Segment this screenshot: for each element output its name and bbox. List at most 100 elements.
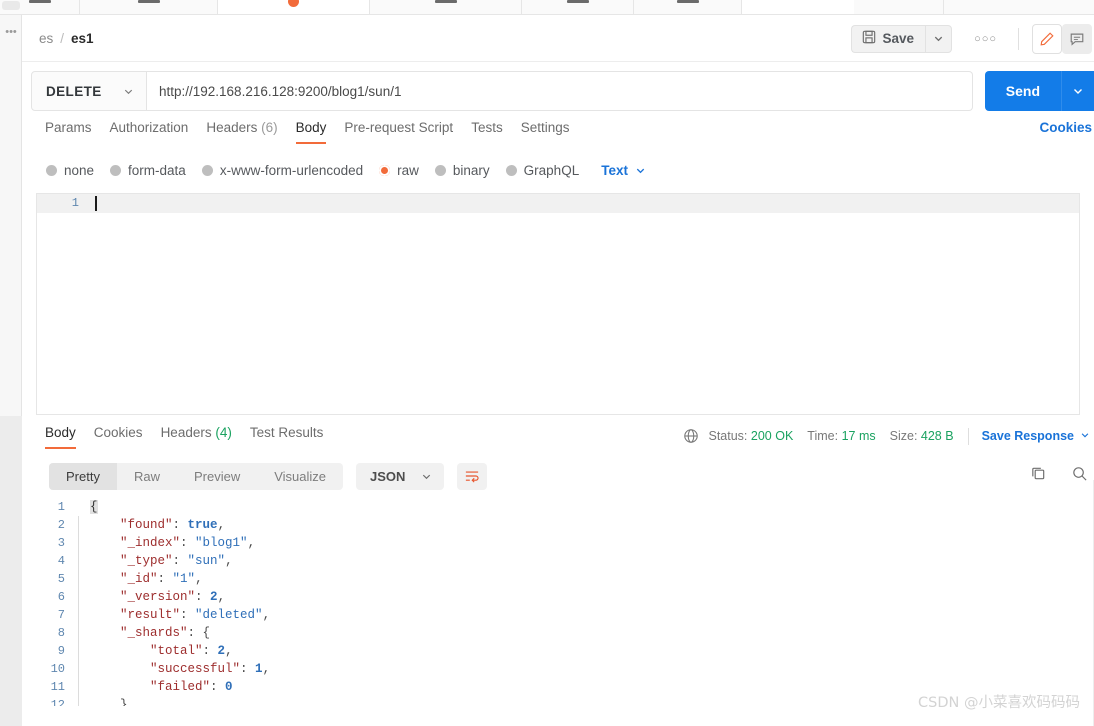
- copy-icon: [1032, 467, 1045, 480]
- comments-button[interactable]: [1062, 23, 1092, 54]
- request-tab-body[interactable]: Body: [287, 120, 336, 144]
- response-tab-body[interactable]: Body: [36, 425, 85, 449]
- json-line-content: "total": 2,: [79, 644, 233, 658]
- raw-format-select[interactable]: Text: [601, 163, 646, 178]
- chevron-down-icon: [1081, 433, 1089, 438]
- json-line-number: 1: [57, 500, 65, 514]
- view-mode-preview[interactable]: Preview: [177, 463, 257, 490]
- http-method-select[interactable]: DELETE: [31, 71, 147, 111]
- request-tab-params[interactable]: Params: [36, 120, 101, 144]
- watermark: CSDN @小菜喜欢码码码: [918, 695, 1080, 711]
- response-tabs[interactable]: Body Cookies Headers (4) Test Results: [36, 425, 332, 449]
- body-type-none[interactable]: none: [46, 163, 94, 178]
- tab-label: Headers: [160, 425, 212, 440]
- workspace-tab[interactable]: [218, 0, 370, 14]
- breadcrumb-root[interactable]: es: [39, 31, 53, 46]
- radio-icon[interactable]: [434, 164, 446, 176]
- response-format-label: JSON: [370, 468, 406, 484]
- json-line: 3 "_index": "blog1",: [36, 534, 1094, 552]
- request-tab-settings[interactable]: Settings: [512, 120, 579, 144]
- breadcrumb-current[interactable]: es1: [71, 31, 94, 46]
- response-body-viewer[interactable]: 1{2 "found": true, 3 "_index": "blog1", 4 …: [36, 498, 1094, 706]
- tab-label-stub: [28, 0, 51, 3]
- sidebar-overflow-icon[interactable]: •••: [0, 27, 22, 38]
- json-token: "_id": [120, 572, 158, 586]
- json-line-number: 6: [57, 590, 65, 604]
- copy-button[interactable]: [1030, 465, 1047, 487]
- workspace-tab[interactable]: [80, 0, 218, 14]
- response-tab-headers[interactable]: Headers (4): [152, 425, 241, 449]
- save-response-button[interactable]: Save Response: [982, 429, 1074, 443]
- json-line-content: "result": "deleted",: [79, 608, 270, 622]
- breadcrumb-separator: /: [60, 30, 65, 46]
- left-sidebar-rail[interactable]: •••: [0, 1, 22, 726]
- radio-icon[interactable]: [110, 164, 122, 176]
- request-body-editor[interactable]: 1: [36, 193, 1080, 415]
- request-tab-authorization[interactable]: Authorization: [101, 120, 198, 144]
- search-button[interactable]: [1071, 465, 1088, 487]
- response-format-select[interactable]: JSON: [356, 462, 445, 490]
- save-options-button[interactable]: [925, 24, 953, 53]
- workspace-tab[interactable]: [370, 0, 522, 14]
- body-type-binary[interactable]: binary: [434, 163, 490, 178]
- radio-icon[interactable]: [201, 164, 213, 176]
- workspace-tab[interactable]: [854, 0, 944, 14]
- save-response-caret[interactable]: [1080, 429, 1090, 443]
- workspace-tab[interactable]: [522, 0, 634, 14]
- status-value: 200 OK: [750, 429, 794, 443]
- request-tabs[interactable]: Params Authorization Headers (6) Body Pre-re…: [22, 120, 1094, 153]
- wrap-text-button[interactable]: [457, 462, 488, 490]
- body-type-form-data[interactable]: form-data: [110, 163, 186, 178]
- send-options-button[interactable]: [1061, 71, 1094, 111]
- more-actions-button[interactable]: ○○○: [966, 29, 1005, 49]
- request-tab-tests[interactable]: Tests: [462, 120, 512, 144]
- edit-button[interactable]: [1032, 23, 1062, 54]
- json-token: "result": [120, 608, 181, 622]
- tab-label: Headers: [206, 120, 258, 135]
- json-token: ,: [262, 662, 271, 676]
- workspace-tab-strip[interactable]: [0, 0, 1094, 15]
- editor-active-line: [85, 194, 1079, 213]
- tab-label: Authorization: [109, 120, 189, 135]
- body-type-label: form-data: [128, 162, 186, 178]
- json-line-content: {: [79, 500, 98, 514]
- json-line-content: "_index": "blog1",: [79, 536, 255, 550]
- json-token: :: [202, 644, 218, 658]
- json-token: "_index": [120, 536, 181, 550]
- workspace-tab[interactable]: [634, 0, 742, 14]
- globe-icon: [683, 428, 699, 444]
- send-button[interactable]: Send: [984, 71, 1061, 111]
- body-type-x-www-form-urlencoded[interactable]: x-www-form-urlencoded: [201, 163, 363, 178]
- chevron-down-icon: [934, 36, 943, 42]
- cookies-link[interactable]: Cookies: [1039, 120, 1094, 135]
- raw-format-label: Text: [601, 162, 628, 178]
- response-tabs-bar: Body Cookies Headers (4) Test Results Statu…: [22, 425, 1094, 456]
- comment-icon: [1070, 33, 1084, 46]
- view-mode-raw[interactable]: Raw: [117, 463, 177, 490]
- radio-icon[interactable]: [379, 164, 391, 176]
- response-tab-cookies[interactable]: Cookies: [85, 425, 152, 449]
- tab-label: Body: [295, 120, 327, 135]
- json-token: ,: [195, 572, 203, 586]
- body-type-raw[interactable]: raw: [379, 163, 419, 178]
- body-type-graphql[interactable]: GraphQL: [505, 162, 580, 178]
- body-type-label: GraphQL: [523, 162, 580, 178]
- header-actions: Save ○○○: [850, 15, 1094, 62]
- save-button[interactable]: Save: [850, 24, 926, 53]
- request-url-input[interactable]: http://192.168.216.128:9200/blog1/sun/1: [147, 71, 973, 111]
- size-badge: Size: 428 B: [890, 429, 954, 443]
- json-line: 4 "_type": "sun",: [36, 552, 1094, 570]
- radio-icon[interactable]: [505, 164, 517, 176]
- json-line-number: 8: [57, 626, 65, 640]
- request-tab-pre-request-script[interactable]: Pre-request Script: [335, 120, 462, 144]
- request-tab-headers[interactable]: Headers (6): [197, 120, 286, 144]
- radio-icon[interactable]: [46, 164, 57, 176]
- body-type-options[interactable]: none form-data x-www-form-urlencoded raw bin…: [22, 153, 1094, 187]
- response-tab-test-results[interactable]: Test Results: [241, 425, 333, 449]
- tab-label: Test Results: [249, 425, 324, 440]
- response-view-modes[interactable]: Pretty Raw Preview Visualize: [49, 462, 344, 490]
- pencil-icon: [1040, 31, 1054, 45]
- view-mode-visualize[interactable]: Visualize: [257, 463, 343, 490]
- view-mode-pretty[interactable]: Pretty: [49, 462, 117, 490]
- json-line-number: 3: [57, 536, 65, 550]
